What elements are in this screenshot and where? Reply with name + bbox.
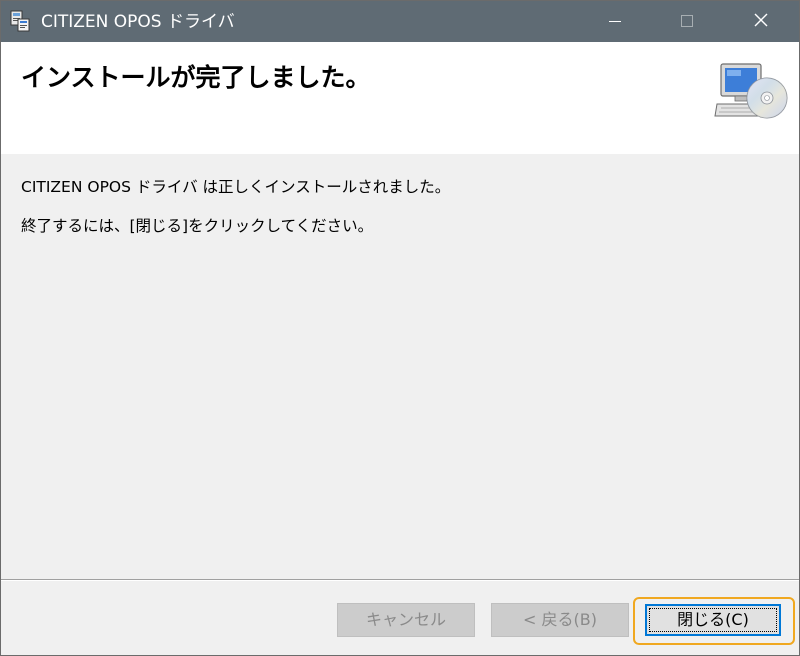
page-title: インストールが完了しました。 — [21, 63, 371, 92]
footer-divider-highlight — [1, 580, 799, 581]
cancel-button[interactable]: キャンセル — [337, 603, 475, 637]
installer-app-icon — [9, 9, 31, 33]
maximize-button[interactable] — [661, 1, 713, 42]
maximize-icon — [681, 12, 693, 31]
cancel-button-label: キャンセル — [365, 610, 446, 629]
close-button-label: 閉じる(C) — [677, 610, 749, 629]
install-success-message: CITIZEN OPOS ドライバ は正しくインストールされました。 — [21, 178, 451, 196]
close-window-button[interactable] — [735, 1, 787, 42]
title-bar[interactable]: CITIZEN OPOS ドライバ — [1, 1, 799, 42]
installer-window: CITIZEN OPOS ドライバ インストールが完了しました。 CITIZEN… — [0, 0, 800, 656]
window-title: CITIZEN OPOS ドライバ — [41, 12, 235, 32]
header-panel: インストールが完了しました。 — [1, 42, 799, 154]
computer-cd-icon — [713, 60, 791, 130]
back-button-label: < 戻る(B) — [523, 610, 597, 629]
minimize-icon — [609, 12, 621, 31]
header-divider — [1, 153, 799, 154]
minimize-button[interactable] — [589, 1, 641, 42]
close-instruction-message: 終了するには、[閉じる]をクリックしてください。 — [21, 217, 374, 235]
back-button[interactable]: < 戻る(B) — [491, 603, 629, 637]
close-icon — [754, 12, 768, 31]
close-button[interactable]: 閉じる(C) — [645, 604, 781, 636]
